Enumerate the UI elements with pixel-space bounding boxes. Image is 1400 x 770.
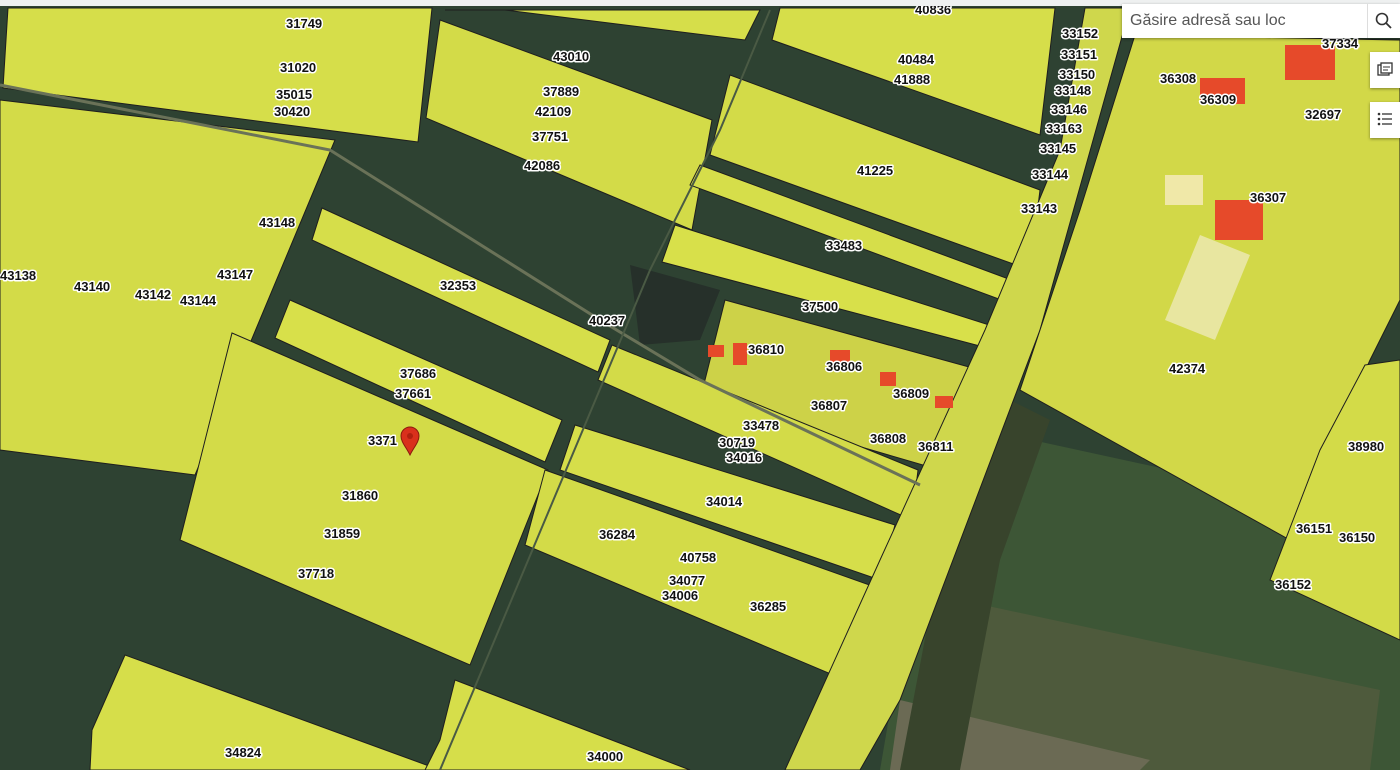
parcel-label: 37718 <box>298 566 334 581</box>
building <box>935 396 953 408</box>
parcel-label: 43140 <box>74 279 110 294</box>
parcel-label: 33483 <box>826 238 862 253</box>
parcel-label: 33146 <box>1051 102 1087 117</box>
parcel-label: 30420 <box>274 104 310 119</box>
parcel-label: 40758 <box>680 550 716 565</box>
parcel-label: 37500 <box>802 299 838 314</box>
parcel-label: 36307 <box>1250 190 1286 205</box>
building <box>880 372 896 386</box>
building <box>1215 200 1263 240</box>
parcel-label: 37334 <box>1322 36 1359 51</box>
basemap-gallery-button[interactable] <box>1370 52 1400 88</box>
parcel-label: 33151 <box>1061 47 1097 62</box>
parcel-label: 33144 <box>1032 167 1069 182</box>
parcel-label: 36285 <box>750 599 786 614</box>
parcel-label: 36152 <box>1275 577 1311 592</box>
parcel-label: 33143 <box>1021 201 1057 216</box>
parcel-label: 34016 <box>726 450 762 465</box>
parcel-label: 32697 <box>1305 107 1341 122</box>
map-canvas[interactable]: 31749 31020 35015 30420 43010 37889 4210… <box>0 0 1400 770</box>
building <box>708 345 724 357</box>
parcel-label: 43010 <box>553 49 589 64</box>
parcel-label: 34014 <box>706 494 743 509</box>
parcel-label: 43148 <box>259 215 295 230</box>
parcel-label: 34077 <box>669 573 705 588</box>
parcel-label: 37751 <box>532 129 568 144</box>
cadastral-map[interactable]: 31749 31020 35015 30420 43010 37889 4210… <box>0 0 1400 770</box>
building <box>733 343 747 365</box>
parcel-label: 42086 <box>524 158 560 173</box>
basemap-gallery-icon <box>1377 62 1393 76</box>
parcel-label: 36809 <box>893 386 929 401</box>
parcel-label: 40484 <box>898 52 935 67</box>
legend-list-icon <box>1377 112 1392 126</box>
parcel-label: 37686 <box>400 366 436 381</box>
legend-button[interactable] <box>1370 102 1400 138</box>
parcel-label: 33145 <box>1040 141 1076 156</box>
search-input[interactable] <box>1122 5 1364 37</box>
parcel-label: 33478 <box>743 418 779 433</box>
parcel-label: 32353 <box>440 278 476 293</box>
parcel-label: 42374 <box>1169 361 1206 376</box>
parcel-label: 43147 <box>217 267 253 282</box>
parcel-label: 34824 <box>225 745 262 760</box>
search-icon <box>1375 12 1392 29</box>
parcel-label: 36284 <box>599 527 636 542</box>
parcel-label: 36806 <box>826 359 862 374</box>
parcel-label: 36808 <box>870 431 906 446</box>
parcel-label: 41888 <box>894 72 930 87</box>
parcel-label: 36150 <box>1339 530 1375 545</box>
parcel-label: 36810 <box>748 342 784 357</box>
parcel-label: 3371 <box>368 433 397 448</box>
parcel-label: 36807 <box>811 398 847 413</box>
parcel-label: 36151 <box>1296 521 1332 536</box>
parcel-label: 36308 <box>1160 71 1196 86</box>
parcel-label: 36309 <box>1200 92 1236 107</box>
parcel-label: 33150 <box>1059 67 1095 82</box>
parcel-label: 43142 <box>135 287 171 302</box>
building <box>1165 175 1203 205</box>
parcel-label: 34000 <box>587 749 623 764</box>
parcel-label: 31859 <box>324 526 360 541</box>
parcel-label: 37889 <box>543 84 579 99</box>
parcel-label: 30719 <box>719 435 755 450</box>
parcel-label: 40237 <box>589 313 625 328</box>
parcel-label: 43138 <box>0 268 36 283</box>
parcel-label: 36811 <box>918 439 953 454</box>
parcel-label: 35015 <box>276 87 312 102</box>
parcel-label: 43144 <box>180 293 217 308</box>
parcel-label: 38980 <box>1348 439 1384 454</box>
parcel-label: 31749 <box>286 16 322 31</box>
parcel-label: 37661 <box>395 386 431 401</box>
parcel-label: 42109 <box>535 104 571 119</box>
parcel-label: 33148 <box>1055 83 1091 98</box>
parcel-label: 31020 <box>280 60 316 75</box>
parcel-label: 33152 <box>1062 26 1098 41</box>
parcel-label: 34006 <box>662 588 698 603</box>
parcel-label: 31860 <box>342 488 378 503</box>
search-widget <box>1122 4 1400 38</box>
parcel-label: 41225 <box>857 163 893 178</box>
search-button[interactable] <box>1367 4 1400 38</box>
parcel-label: 33163 <box>1046 121 1082 136</box>
